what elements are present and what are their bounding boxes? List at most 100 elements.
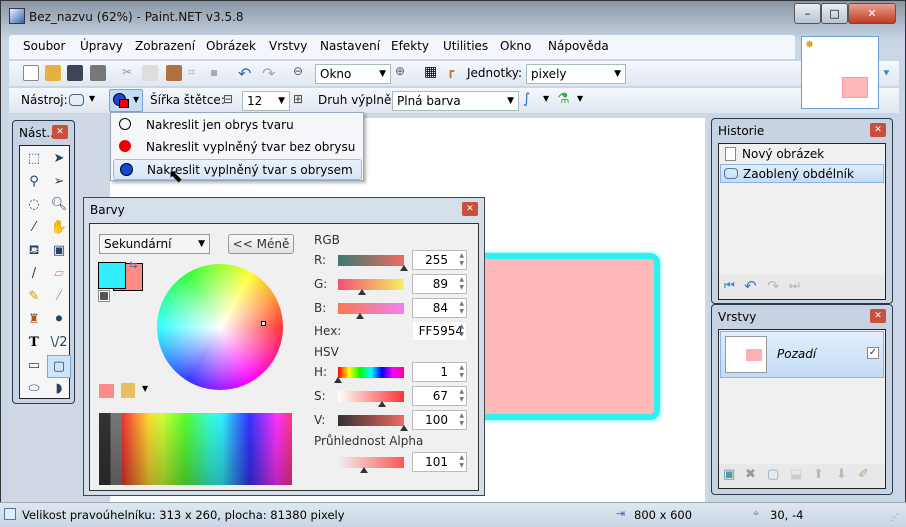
- gradient-icon[interactable]: ▣: [47, 240, 71, 263]
- rectangle-icon[interactable]: ▭: [22, 355, 46, 378]
- s-slider[interactable]: [338, 391, 404, 407]
- swap-colors-icon[interactable]: ⇆: [129, 260, 137, 271]
- redo-icon[interactable]: ↷: [262, 64, 278, 83]
- new-file-icon[interactable]: [23, 65, 39, 81]
- menu-upravy[interactable]: Úpravy: [80, 39, 123, 53]
- g-input[interactable]: 89: [412, 274, 467, 294]
- history-item[interactable]: Nový obrázek: [720, 145, 884, 164]
- minimize-button[interactable]: –: [794, 3, 821, 24]
- menu-zobrazeni[interactable]: Zobrazení: [135, 39, 195, 53]
- b-input[interactable]: 84: [412, 298, 467, 318]
- zoom-icon[interactable]: 🔍︎: [47, 194, 71, 217]
- antialiasing-icon[interactable]: ∫: [523, 91, 530, 107]
- b-slider[interactable]: [338, 303, 404, 319]
- ellipse-select-icon[interactable]: ◌: [22, 194, 46, 217]
- reset-colors-icon[interactable]: [98, 290, 110, 302]
- paintbrush-icon[interactable]: /: [22, 263, 46, 286]
- paste-icon[interactable]: [166, 65, 182, 81]
- menu-vrstvy[interactable]: Vrstvy: [269, 39, 307, 53]
- open-file-icon[interactable]: [45, 65, 61, 81]
- move-selected-icon[interactable]: ➢: [47, 171, 71, 194]
- text-icon[interactable]: T: [22, 332, 46, 355]
- lasso-icon[interactable]: ⚲: [22, 171, 46, 194]
- rounded-rectangle-icon[interactable]: ▢: [47, 355, 71, 378]
- zoom-out-icon[interactable]: ⊖: [293, 64, 309, 80]
- r-input[interactable]: 255: [412, 250, 467, 270]
- primary-color-swatch[interactable]: [98, 262, 126, 289]
- v-slider[interactable]: [338, 415, 408, 431]
- color-mode-select[interactable]: Sekundární ▼: [99, 234, 210, 254]
- s-input[interactable]: 67: [412, 386, 467, 406]
- zoom-select[interactable]: Okno ▼: [315, 64, 391, 84]
- palette-icon[interactable]: [121, 383, 135, 398]
- close-icon[interactable]: ✕: [870, 309, 886, 323]
- ellipse-icon[interactable]: ⬭: [22, 378, 46, 401]
- move-selection-icon[interactable]: ➤: [47, 148, 71, 171]
- h-slider[interactable]: [334, 367, 404, 383]
- close-button[interactable]: ✕: [848, 3, 896, 24]
- resize-grip-icon[interactable]: ⋰: [890, 513, 899, 523]
- paint-bucket-icon[interactable]: ⛾: [22, 240, 46, 263]
- copy-icon[interactable]: [142, 65, 158, 81]
- move-layer-up-icon[interactable]: ⬆: [813, 467, 824, 482]
- units-select[interactable]: pixely ▼: [526, 64, 626, 84]
- layer-visibility-checkbox[interactable]: ✓: [867, 347, 879, 359]
- alpha-slider[interactable]: [338, 457, 404, 473]
- move-layer-down-icon[interactable]: ⬇: [836, 467, 847, 482]
- fast-forward-icon[interactable]: ⏭: [789, 278, 800, 293]
- r-slider[interactable]: [338, 255, 408, 271]
- chevron-down-icon[interactable]: ▼: [142, 384, 148, 393]
- h-input[interactable]: 1: [412, 362, 467, 382]
- rounded-rect-tool-icon[interactable]: [69, 94, 84, 106]
- line-curve-icon[interactable]: \/2: [47, 332, 71, 355]
- close-icon[interactable]: ✕: [52, 125, 68, 139]
- menu-item-fill-no-outline[interactable]: Nakreslit vyplněný tvar bez obrysu: [113, 137, 362, 158]
- chevron-down-icon[interactable]: ▼: [577, 94, 583, 103]
- clone-stamp-icon[interactable]: ♜: [22, 309, 46, 332]
- layer-item[interactable]: Pozadí ✓: [720, 331, 884, 378]
- eraser-icon[interactable]: ▱: [47, 263, 71, 286]
- grid-icon[interactable]: ▦: [424, 64, 440, 80]
- alpha-input[interactable]: 101: [412, 452, 467, 472]
- pencil-icon[interactable]: ✎: [22, 286, 46, 309]
- history-item[interactable]: Zaoblený obdélník: [720, 164, 884, 183]
- brush-width-select[interactable]: 12 ▼: [242, 91, 290, 111]
- color-palette[interactable]: [99, 413, 292, 485]
- expand-icon[interactable]: ⯆: [882, 67, 891, 81]
- crop-icon[interactable]: ⌗: [188, 65, 204, 81]
- deselect-icon[interactable]: ▪: [210, 65, 226, 81]
- recolor-icon[interactable]: ⚫: [47, 309, 71, 332]
- menu-item-outline-only[interactable]: Nakreslit jen obrys tvaru: [113, 115, 362, 136]
- blend-mode-icon[interactable]: ⚗: [557, 91, 570, 107]
- maximize-button[interactable]: □: [821, 3, 848, 24]
- menu-okno[interactable]: Okno: [500, 39, 531, 53]
- undo-icon[interactable]: ↶: [238, 64, 254, 83]
- close-icon[interactable]: ✕: [462, 202, 478, 216]
- ruler-icon[interactable]: ┏: [447, 64, 463, 80]
- rewind-icon[interactable]: ⏮: [724, 278, 735, 293]
- fill-mode-button[interactable]: ▼: [109, 89, 143, 112]
- delete-layer-icon[interactable]: ✖: [745, 467, 756, 482]
- fill-type-select[interactable]: Plná barva ▼: [392, 91, 519, 111]
- add-layer-icon[interactable]: ▣: [723, 467, 735, 482]
- menu-nastaveni[interactable]: Nastavení: [320, 39, 380, 53]
- g-slider[interactable]: [338, 279, 404, 295]
- menu-efekty[interactable]: Efekty: [391, 39, 429, 53]
- magic-wand-icon[interactable]: ⁄: [22, 217, 46, 240]
- less-button[interactable]: << Méně: [228, 234, 294, 254]
- zoom-in-icon[interactable]: ⊕: [395, 64, 411, 80]
- decrease-icon[interactable]: ⊟: [223, 92, 233, 106]
- menu-utilities[interactable]: Utilities: [443, 39, 488, 53]
- menu-obrazek[interactable]: Obrázek: [206, 39, 256, 53]
- increase-icon[interactable]: ⊞: [293, 92, 303, 106]
- cut-icon[interactable]: ✂: [119, 65, 135, 81]
- color-wheel-marker[interactable]: [261, 321, 266, 326]
- color-wheel[interactable]: [157, 264, 283, 390]
- menu-item-fill-with-outline[interactable]: Nakreslit vyplněný tvar s obrysem: [113, 159, 362, 180]
- freeform-shape-icon[interactable]: ◗: [47, 378, 71, 401]
- pan-hand-icon[interactable]: ✋: [47, 217, 71, 240]
- undo-icon[interactable]: ↶: [744, 277, 757, 295]
- rectangle-select-icon[interactable]: ⬚: [22, 148, 46, 171]
- redo-icon[interactable]: ↷: [767, 277, 780, 295]
- v-input[interactable]: 100: [412, 410, 467, 430]
